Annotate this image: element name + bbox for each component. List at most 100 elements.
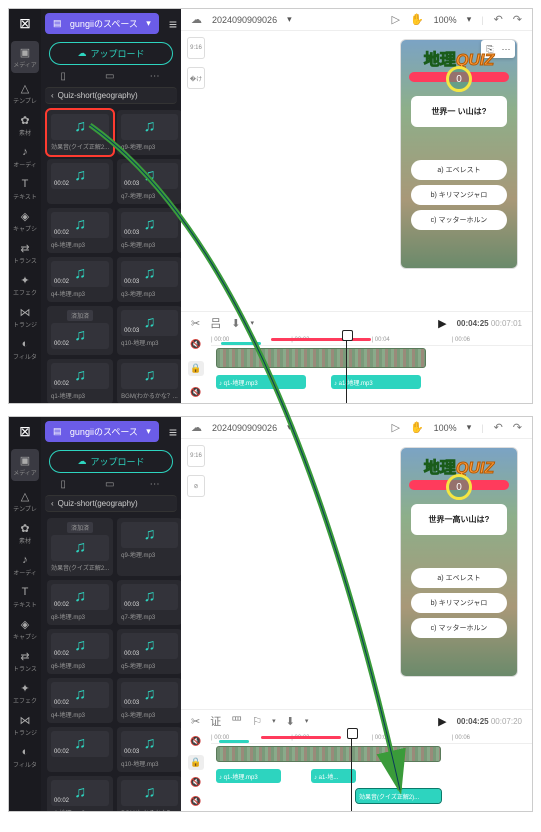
upload-button[interactable]: ☁ アップロード bbox=[49, 450, 173, 473]
tracks[interactable]: | 00:00| 00:02| 00:04| 00:06 ♪ q1-地理.mp3… bbox=[211, 334, 532, 403]
scissors-icon[interactable]: ✂ bbox=[191, 715, 200, 728]
media-clip[interactable]: ♫q9-地理.mp3 bbox=[117, 518, 181, 576]
media-clip[interactable]: ♫BGM(わかるかな？... bbox=[117, 359, 181, 403]
audio-clip[interactable]: ♪ a1-地... bbox=[311, 769, 356, 783]
media-clip[interactable]: ♫効果音(クイズ正解2... bbox=[47, 110, 113, 155]
mute-icon[interactable]: 🔇 bbox=[190, 339, 201, 350]
media-clip[interactable]: ♫00:02q6-地理.mp3 bbox=[47, 208, 113, 253]
link-icon[interactable]: ⊘ bbox=[187, 475, 205, 497]
adjust-icon[interactable]: 吕 bbox=[210, 315, 221, 331]
zoom-level[interactable]: 100% bbox=[434, 15, 457, 25]
menu-icon[interactable]: ≡ bbox=[165, 16, 181, 32]
media-clip[interactable]: ♫00:03q7-地理.mp3 bbox=[117, 159, 181, 204]
hand-icon[interactable]: ✋ bbox=[410, 13, 424, 26]
link-icon[interactable]: �け bbox=[187, 67, 205, 89]
audio-clip[interactable]: ♪ q1-地理.mp3 bbox=[216, 375, 306, 389]
more-icon[interactable]: ⋯ bbox=[150, 71, 162, 83]
scissors-icon[interactable]: ✂ bbox=[191, 317, 200, 330]
rail-トランス[interactable]: ⇄トランス bbox=[11, 649, 39, 673]
media-clip[interactable]: ♫00:02q4-地理.mp3 bbox=[47, 678, 113, 723]
media-clip[interactable]: ♫00:03q10-地理.mp3 bbox=[117, 727, 181, 772]
menu-icon[interactable]: ≡ bbox=[165, 424, 181, 440]
zoom-level[interactable]: 100% bbox=[434, 423, 457, 433]
upload-button[interactable]: ☁ アップロード bbox=[49, 42, 173, 65]
media-clip[interactable]: ♫00:02 bbox=[47, 727, 113, 772]
rail-テキスト[interactable]: Tテキスト bbox=[11, 585, 39, 609]
cloud-sync-icon[interactable]: ☁ bbox=[191, 421, 202, 434]
cloud-sync-icon[interactable]: ☁ bbox=[191, 13, 202, 26]
aspect-ratio[interactable]: 9:16 bbox=[187, 445, 205, 467]
media-clip[interactable]: 済加済♫効果音(クイズ正解2... bbox=[47, 518, 113, 576]
media-clip[interactable]: ♫00:02 bbox=[47, 159, 113, 204]
media-clip[interactable]: ♫q9-地理.mp3 bbox=[117, 110, 181, 155]
rail-エフェク[interactable]: ✦エフェク bbox=[11, 273, 39, 297]
media-clip[interactable]: ♫00:02q6-地理.mp3 bbox=[47, 629, 113, 674]
rail-オーディ[interactable]: ♪オーディ bbox=[11, 553, 39, 577]
cursor-icon[interactable]: ▷ bbox=[391, 13, 399, 26]
redo-icon[interactable]: ↷ bbox=[513, 13, 522, 26]
media-clip[interactable]: ♫00:02q1-地理.mp3 bbox=[47, 776, 113, 811]
preview-stage[interactable]: 地理QUIZ 0 世界一高い山は? a) エベレスト b) キリマンジャロ c)… bbox=[211, 439, 532, 709]
rail-テキスト[interactable]: Tテキスト bbox=[11, 177, 39, 201]
media-clip[interactable]: ♫00:02q1-地理.mp3 bbox=[47, 359, 113, 403]
tool-icon[interactable]: 罒 bbox=[231, 713, 242, 729]
video-icon[interactable]: ▭ bbox=[105, 71, 117, 83]
back-icon[interactable]: ‹ bbox=[51, 499, 54, 508]
phone-icon[interactable]: ▯ bbox=[60, 71, 72, 83]
undo-icon[interactable]: ↶ bbox=[494, 421, 503, 434]
rail-素材[interactable]: ✿素材 bbox=[11, 521, 39, 545]
redo-icon[interactable]: ↷ bbox=[513, 421, 522, 434]
undo-icon[interactable]: ↶ bbox=[494, 13, 503, 26]
download-icon[interactable]: ⬇ bbox=[231, 317, 240, 330]
aspect-ratio[interactable]: 9:16 bbox=[187, 37, 205, 59]
cursor-icon[interactable]: ▷ bbox=[391, 421, 399, 434]
video-clip[interactable] bbox=[216, 348, 426, 368]
media-clip[interactable]: ♫00:02q4-地理.mp3 bbox=[47, 257, 113, 302]
rail-エフェク[interactable]: ✦エフェク bbox=[11, 681, 39, 705]
phone-icon[interactable]: ▯ bbox=[60, 479, 72, 491]
media-clip[interactable]: 済加済♫00:02 bbox=[47, 306, 113, 355]
app-logo[interactable]: ⊠ bbox=[15, 421, 35, 441]
hand-icon[interactable]: ✋ bbox=[410, 421, 424, 434]
audio-clip[interactable]: ♪ a1-地理.mp3 bbox=[331, 375, 421, 389]
play-icon[interactable]: ▶ bbox=[438, 715, 446, 728]
playhead[interactable] bbox=[346, 334, 347, 403]
rail-キャプシ[interactable]: ◈キャプシ bbox=[11, 617, 39, 641]
playhead[interactable] bbox=[351, 732, 352, 811]
mute-icon[interactable]: 🔇 bbox=[190, 387, 201, 398]
rail-オーディ[interactable]: ♪オーディ bbox=[11, 145, 39, 169]
preview-stage[interactable]: ⎘ ⋯ 地理QUIZ 0 世界一 い山は? a) エベレスト b) キリマンジャ… bbox=[211, 31, 532, 311]
tracks[interactable]: | 00:00| 00:02| 00:04| 00:06 ♪ q1-地理.mp3… bbox=[211, 732, 532, 811]
mute-icon[interactable]: 🔇 bbox=[190, 796, 201, 807]
mute-icon[interactable]: 🔇 bbox=[190, 736, 201, 747]
breadcrumb[interactable]: ‹ Quiz-short(geography) bbox=[45, 495, 177, 512]
rail-メディア[interactable]: ▣メディア bbox=[11, 449, 39, 481]
workspace-selector[interactable]: ▤gungiiのスペース▾ bbox=[45, 13, 159, 34]
lock-icon[interactable]: 🔒 bbox=[188, 361, 203, 376]
rail-トランジ[interactable]: ⋈トランジ bbox=[11, 305, 39, 329]
rail-トランジ[interactable]: ⋈トランジ bbox=[11, 713, 39, 737]
rail-トランス[interactable]: ⇄トランス bbox=[11, 241, 39, 265]
video-icon[interactable]: ▭ bbox=[105, 479, 117, 491]
flag-icon[interactable]: ⚐ bbox=[252, 715, 262, 728]
media-clip[interactable]: ♫00:03q7-地理.mp3 bbox=[117, 580, 181, 625]
rail-フィルタ[interactable]: ◐フィルタ bbox=[11, 745, 39, 769]
audio-clip[interactable]: ♪ q1-地理.mp3 bbox=[216, 769, 281, 783]
app-logo[interactable]: ⊠ bbox=[15, 13, 35, 33]
media-clip[interactable]: ♫00:02q8-地理.mp3 bbox=[47, 580, 113, 625]
more-icon[interactable]: ⋯ bbox=[150, 479, 162, 491]
mute-icon[interactable]: 🔇 bbox=[190, 777, 201, 788]
rail-素材[interactable]: ✿素材 bbox=[11, 113, 39, 137]
rail-キャプシ[interactable]: ◈キャプシ bbox=[11, 209, 39, 233]
rail-フィルタ[interactable]: ◐フィルタ bbox=[11, 337, 39, 361]
media-clip[interactable]: ♫00:03q5-地理.mp3 bbox=[117, 208, 181, 253]
play-icon[interactable]: ▶ bbox=[438, 317, 446, 330]
rail-テンプレ[interactable]: △テンプレ bbox=[11, 81, 39, 105]
media-clip[interactable]: ♫00:03q3-地理.mp3 bbox=[117, 678, 181, 723]
media-clip[interactable]: ♫00:03q3-地理.mp3 bbox=[117, 257, 181, 302]
download-icon[interactable]: ⬇ bbox=[286, 715, 295, 728]
rail-メディア[interactable]: ▣メディア bbox=[11, 41, 39, 73]
back-icon[interactable]: ‹ bbox=[51, 91, 54, 100]
lock-icon[interactable]: 🔒 bbox=[188, 755, 203, 770]
audio-clip[interactable]: 効果音(クイズ正解2)... bbox=[356, 789, 441, 803]
